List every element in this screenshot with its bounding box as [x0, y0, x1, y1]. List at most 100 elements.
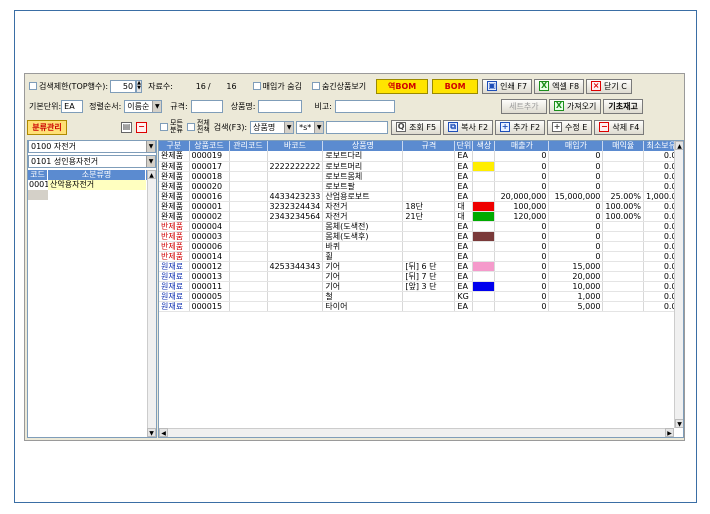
table-row[interactable]: 반제품 000004 몸체(도색전) EA 0 0 0.0 [159, 221, 680, 232]
cell-sale: 0 [494, 151, 550, 162]
scroll-down-icon[interactable]: ▼ [147, 428, 156, 437]
column-header[interactable]: 단위 [454, 141, 474, 151]
search-limit-input[interactable]: 50 [110, 79, 137, 93]
cell-spec [402, 181, 456, 192]
table-row[interactable]: 반제품 000006 바퀴 EA 0 0 0.0 [159, 241, 680, 252]
cell-sale: 0 [494, 171, 550, 182]
search-operator-select[interactable]: *s* ▼ [296, 120, 325, 134]
document-icon[interactable]: ▤ [121, 121, 132, 133]
base-stock-button[interactable]: 기초재고 [603, 98, 643, 114]
close-button[interactable]: × 닫기 C [586, 78, 632, 94]
sort-label: 정렬순서: [89, 101, 122, 111]
cell-unit: EA [454, 241, 474, 252]
copy-button[interactable]: ⧉ 복사 F2 [443, 119, 494, 135]
category-management-button[interactable]: 분류관리 [27, 119, 67, 135]
cell-spec [402, 151, 456, 162]
search-input[interactable] [326, 120, 389, 134]
import-label: 가져오기 [566, 101, 597, 111]
column-header[interactable]: 색상 [472, 141, 496, 151]
search-limit-checkbox[interactable] [29, 82, 37, 90]
note-input[interactable] [334, 99, 395, 113]
column-header[interactable]: 구분 [159, 141, 190, 151]
column-header[interactable]: 매익율 [602, 141, 644, 151]
table-row[interactable]: 완제품 000017 2222222222 로보트머리 EA 0 0 0.0 [159, 161, 680, 172]
scroll-up-icon[interactable]: ▲ [675, 141, 683, 150]
reverse-bom-button[interactable]: 역BOM [376, 78, 429, 94]
cell-type: 완제품 [159, 191, 190, 202]
cell-buy: 0 [548, 181, 604, 192]
base-unit-input[interactable]: EA [61, 99, 84, 113]
cell-margin [602, 161, 644, 172]
table-row[interactable]: 원재료 000012 4253344343 기어 [뒤] 6 단 EA 0 15,000 0.0 [159, 261, 680, 272]
edit-label: 수정 E [565, 122, 588, 132]
table-row[interactable]: 완제품 000018 로보트몸체 EA 0 0 0.0 [159, 171, 680, 182]
add-button[interactable]: + 추가 F2 [495, 119, 546, 135]
print-label: 인쇄 F7 [500, 81, 528, 91]
bom-button[interactable]: BOM [432, 78, 479, 94]
cell-unit: KG [454, 291, 474, 302]
cell-buy: 0 [548, 221, 604, 232]
hide-buy-price-checkbox[interactable] [252, 82, 261, 90]
print-button[interactable]: ▣ 인쇄 F7 [482, 78, 533, 94]
column-header[interactable]: 바코드 [267, 141, 324, 151]
printer-icon: ▣ [487, 81, 498, 91]
scroll-down-icon[interactable]: ▼ [675, 419, 683, 428]
minus-icon[interactable]: − [136, 121, 147, 133]
table-row[interactable]: 원재료 000011 기어 [앞] 3 단 EA 0 10,000 0.0 [159, 281, 680, 292]
middle-category-select[interactable]: 0101 성인용자전거 ▼ [28, 155, 156, 168]
delete-label: 삭제 F4 [612, 122, 640, 132]
table-row[interactable]: 완제품 000016 4433423233 산업용로보트 EA 20,000,000 15,… [159, 191, 680, 202]
copy-icon: ⧉ [448, 122, 459, 132]
table-row[interactable]: 원재료 000013 기어 [뒤] 7 단 EA 0 20,000 0.0 [159, 271, 680, 282]
all-category-checkbox[interactable] [160, 123, 168, 131]
product-grid: 구분 상품코드 관리코드 바코드 상품명 규격 단위 색상 매출가 매입가 매익율 최소보유 완제품 0… [158, 140, 684, 438]
table-row[interactable]: 완제품 000020 로보트팔 EA 0 0 0.0 [159, 181, 680, 192]
major-category-select[interactable]: 0100 자전거 ▼ [28, 140, 156, 153]
cell-color [472, 171, 496, 182]
scroll-right-icon[interactable]: ▶ [665, 428, 674, 437]
scroll-left-icon[interactable]: ◀ [159, 428, 168, 437]
subcategory-vscroll[interactable]: ▲ ▼ [147, 170, 156, 437]
grid-vscroll[interactable]: ▲ ▼ [674, 141, 683, 428]
search-field-select[interactable]: 상품명 ▼ [250, 120, 295, 134]
table-row[interactable]: 완제품 000019 로보트다리 EA 0 0 0.0 [159, 151, 680, 162]
cell-type: 완제품 [159, 171, 190, 182]
column-header[interactable]: 규격 [402, 141, 456, 151]
cell-code: 000004 [189, 221, 230, 232]
import-button[interactable]: X 가져오기 [548, 98, 602, 114]
cell-buy: 15,000,000 [548, 191, 604, 202]
grid-hscroll[interactable]: ◀ ▶ [159, 428, 674, 437]
product-name-input[interactable] [258, 99, 303, 113]
column-header[interactable]: 상품명 [322, 141, 404, 151]
cell-spec [402, 301, 456, 312]
spec-input[interactable] [190, 99, 223, 113]
edit-button[interactable]: + 수정 E [547, 119, 593, 135]
cell-buy: 10,000 [548, 281, 604, 292]
sort-select[interactable]: 이름순 ▼ [124, 99, 163, 113]
show-hidden-checkbox[interactable] [311, 82, 320, 90]
all-period-checkbox[interactable] [186, 123, 195, 131]
table-row[interactable]: 완제품 000001 3232324434 자전거 18단 대 100,000 0 100.00… [159, 201, 680, 212]
table-row[interactable]: 반제품 000003 몸체(도색후) EA 0 0 0.0 [159, 231, 680, 242]
cell-buy: 0 [548, 161, 604, 172]
cell-color [472, 151, 496, 162]
cell-name: 기어 [322, 271, 404, 282]
cell-buy: 0 [548, 151, 604, 162]
cell-type: 완제품 [159, 151, 190, 162]
table-row[interactable]: 원재료 000015 타이어 EA 0 5,000 0.0 [159, 301, 680, 312]
delete-button[interactable]: − 삭제 F4 [594, 119, 645, 135]
query-button[interactable]: Q 조회 F5 [391, 119, 442, 135]
table-row[interactable]: 반제품 000014 휠 EA 0 0 0.0 [159, 251, 680, 262]
table-row[interactable]: 원재료 000005 철 KG 0 1,000 0.0 [159, 291, 680, 302]
column-header[interactable]: 매출가 [494, 141, 550, 151]
cell-sale: 0 [494, 181, 550, 192]
set-add-button[interactable]: 세트추가 [500, 98, 547, 114]
table-row[interactable]: 완제품 000002 2343234564 자전거 21단 대 120,000 0 100.00… [159, 211, 680, 222]
search-limit-spinner[interactable]: ▲ ▼ [136, 79, 143, 93]
column-header[interactable]: 상품코드 [189, 141, 230, 151]
subcategory-row[interactable]: 0001 산악용자전거 [28, 180, 156, 190]
excel-button[interactable]: X 엑셀 F8 [534, 78, 585, 94]
column-header[interactable]: 관리코드 [229, 141, 268, 151]
scroll-up-icon[interactable]: ▲ [147, 170, 156, 179]
column-header[interactable]: 매입가 [548, 141, 604, 151]
